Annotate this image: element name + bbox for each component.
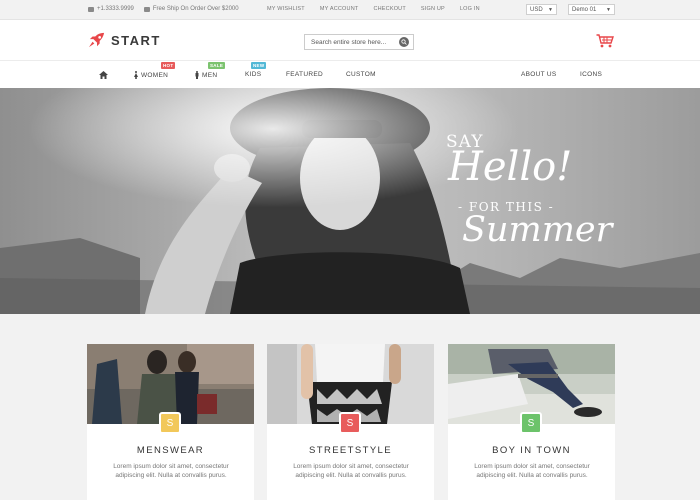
contact-info: +1.3333.9999 Free Ship On Order Over $20… [88,6,239,12]
phone-info: +1.3333.9999 [88,6,134,12]
chevron-down-icon: ▼ [548,6,553,13]
hero-line-hello: Hello! [448,144,573,190]
category-card-streetstyle[interactable]: S STREETSTYLE Lorem ipsum dolor sit amet… [267,344,434,500]
hero-line-summer: Summer [462,210,613,250]
shipping-text: Free Ship On Order Over $2000 [152,6,239,12]
demo-value: Demo 01 [572,6,597,13]
nav-item-men[interactable]: MEN SALE [195,62,226,79]
nav-item-label: WOMEN [141,71,169,79]
site-header: START [0,20,700,60]
hot-badge: HOT [161,62,176,69]
truck-icon [143,6,150,12]
category-card-menswear[interactable]: S MENSWEAR Lorem ipsum dolor sit amet, c… [87,344,254,500]
category-cards: S MENSWEAR Lorem ipsum dolor sit amet, c… [0,314,700,500]
rocket-icon [89,32,105,48]
nav-item-label: KIDS [245,71,262,78]
account-link[interactable]: MY ACCOUNT [320,6,359,12]
category-tag: S [159,412,181,434]
nav-item-label: CUSTOM [346,71,376,78]
category-card-boy-in-town[interactable]: S BOY IN TOWN Lorem ipsum dolor sit amet… [448,344,615,500]
nav-item-icons[interactable]: ICONS [580,71,602,78]
category-title: STREETSTYLE [309,445,392,456]
sale-badge: SALE [208,62,226,69]
male-icon [195,71,199,79]
wishlist-link[interactable]: MY WISHLIST [267,6,305,12]
demo-select[interactable]: Demo 01 ▼ [568,4,615,15]
phone-text: +1.3333.9999 [97,6,134,12]
category-tag: S [520,412,542,434]
currency-value: USD [530,6,543,13]
new-badge: NEW [251,62,267,69]
search-box [304,34,414,50]
login-link[interactable]: LOG IN [460,6,480,12]
nav-item-label: MEN [202,71,218,79]
hero-photo [0,88,700,314]
chevron-down-icon: ▼ [606,6,611,13]
nav-item-home[interactable] [99,71,108,79]
currency-select[interactable]: USD ▼ [526,4,557,15]
nav-item-label: FEATURED [286,71,323,78]
category-title: MENSWEAR [136,445,205,456]
nav-item-about[interactable]: ABOUT US [521,71,557,78]
nav-item-label: ICONS [580,71,603,78]
checkout-link[interactable]: CHECKOUT [373,6,405,12]
category-title: BOY IN TOWN [492,445,571,456]
top-bar: +1.3333.9999 Free Ship On Order Over $20… [0,0,700,20]
nav-item-women[interactable]: WOMEN HOT [134,62,176,79]
category-tag: S [339,412,361,434]
category-description: Lorem ipsum dolor sit amet, consectetur … [113,463,229,479]
hero-banner[interactable]: SAY Hello! - FOR THIS - Summer [0,88,700,314]
signup-link[interactable]: SIGN UP [421,6,445,12]
female-icon [134,71,138,79]
category-description: Lorem ipsum dolor sit amet, consectetur … [293,463,409,479]
category-description: Lorem ipsum dolor sit amet, consectetur … [474,463,590,479]
nav-item-featured[interactable]: FEATURED [286,71,323,78]
nav-item-label: ABOUT US [521,71,557,78]
account-links: MY WISHLIST MY ACCOUNT CHECKOUT SIGN UP … [267,6,495,12]
nav-item-kids[interactable]: KIDS NEW [245,62,267,78]
shipping-info: Free Ship On Order Over $2000 [143,6,239,12]
main-nav: WOMEN HOT MEN SALE KIDS NEW FEATURED CUS… [0,60,700,89]
logo[interactable]: START [88,32,161,48]
search-input[interactable] [305,38,397,46]
home-icon [99,71,108,79]
logo-text: START [111,32,161,48]
cart-icon[interactable] [596,34,614,48]
nav-item-custom[interactable]: CUSTOM [346,71,376,78]
search-icon [401,39,407,45]
search-button[interactable] [399,37,409,47]
phone-icon [88,6,94,12]
